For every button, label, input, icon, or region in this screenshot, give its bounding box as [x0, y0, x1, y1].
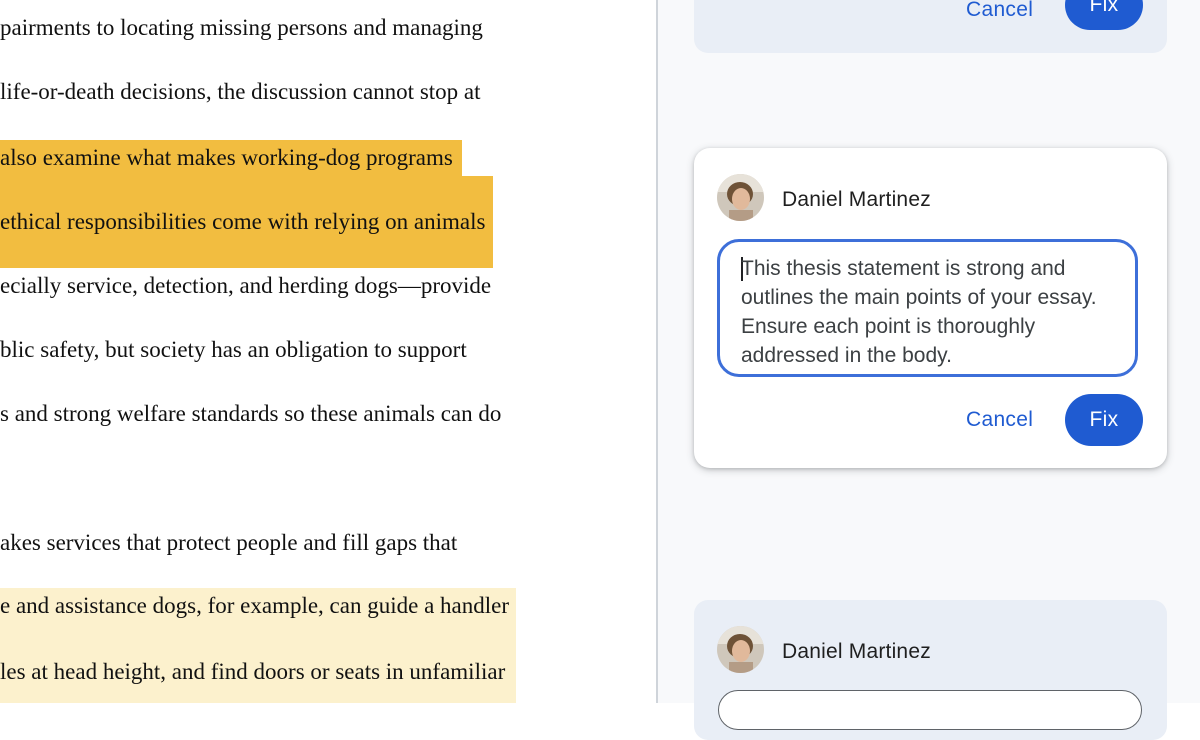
doc-line-text: s and strong welfare standards so these …: [0, 401, 502, 426]
highlight-gap: [0, 626, 516, 652]
cancel-button[interactable]: Cancel: [966, 0, 1033, 22]
reply-input-text[interactable]: This thesis statement is strong and outl…: [741, 254, 1121, 370]
doc-line[interactable]: s and strong welfare standards so these …: [0, 396, 501, 432]
avatar-image: [717, 174, 764, 221]
doc-line-text: ecially service, detection, and herding …: [0, 273, 492, 298]
cancel-button[interactable]: Cancel: [966, 408, 1033, 432]
avatar-image: [717, 626, 764, 673]
doc-line-text: also examine what makes working-dog prog…: [0, 145, 453, 170]
doc-line-highlighted[interactable]: ethical responsibilities come with relyi…: [0, 176, 493, 240]
doc-line-text: pairments to locating missing persons an…: [0, 15, 483, 40]
doc-line[interactable]: blic safety, but society has an obligati…: [0, 332, 467, 368]
avatar: [717, 626, 764, 673]
doc-line[interactable]: life-or-death decisions, the discussion …: [0, 74, 481, 110]
doc-line-text: life-or-death decisions, the discussion …: [0, 79, 481, 104]
doc-line-text: les at head height, and find doors or se…: [0, 659, 506, 684]
comment-card[interactable]: Cancel Fix: [694, 0, 1167, 53]
doc-line-text: akes services that protect people and fi…: [0, 530, 458, 555]
fix-button[interactable]: Fix: [1065, 394, 1143, 446]
doc-line-highlighted[interactable]: e and assistance dogs, for example, can …: [0, 588, 516, 626]
doc-line-highlighted[interactable]: also examine what makes working-dog prog…: [0, 140, 462, 176]
reply-input[interactable]: [718, 690, 1142, 730]
comment-author: Daniel Martinez: [782, 640, 931, 663]
doc-line[interactable]: akes services that protect people and fi…: [0, 525, 457, 561]
comment-author: Daniel Martinez: [782, 188, 931, 211]
doc-line-highlighted[interactable]: les at head height, and find doors or se…: [0, 652, 516, 703]
doc-line[interactable]: ecially service, detection, and herding …: [0, 268, 491, 304]
comment-card-active[interactable]: Daniel Martinez This thesis statement is…: [694, 148, 1167, 468]
doc-line[interactable]: pairments to locating missing persons an…: [0, 10, 483, 46]
doc-line-text: ethical responsibilities come with relyi…: [0, 209, 486, 234]
document-page[interactable]: pairments to locating missing persons an…: [0, 0, 656, 703]
reply-input[interactable]: This thesis statement is strong and outl…: [717, 239, 1138, 377]
highlight-tail: [0, 240, 493, 268]
doc-line-text: e and assistance dogs, for example, can …: [0, 593, 509, 618]
fix-button[interactable]: Fix: [1065, 0, 1143, 30]
doc-line-text: blic safety, but society has an obligati…: [0, 337, 467, 362]
avatar: [717, 174, 764, 221]
